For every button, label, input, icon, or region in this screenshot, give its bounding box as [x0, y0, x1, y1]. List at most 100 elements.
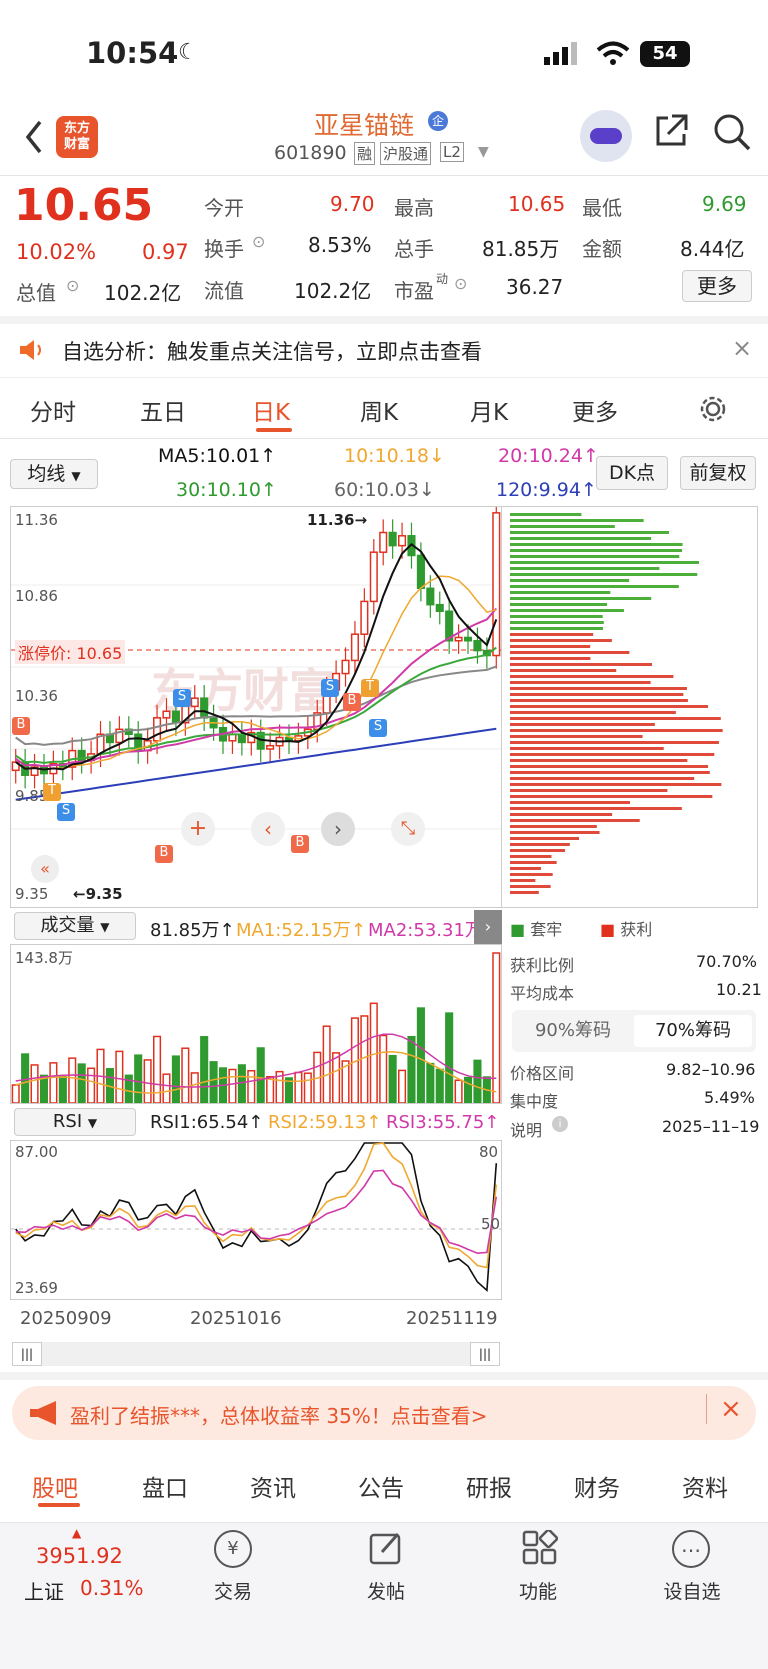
more-dots-icon[interactable]: … [672, 1530, 710, 1568]
tab-research[interactable]: 研报 [466, 1469, 512, 1503]
nav-trade[interactable]: 交易 [183, 1577, 283, 1604]
chevron-down-icon[interactable]: ▼ [478, 144, 489, 160]
volume-bar [398, 1069, 407, 1104]
open-label: 今开 [204, 196, 244, 220]
close-icon[interactable]: × [720, 1394, 742, 1424]
sell-signal: S [173, 689, 191, 707]
next-button[interactable]: › [321, 812, 355, 846]
kline-chart[interactable]: 东方财富 11.36 10.86 10.36 9.85 9.35 11.36→ … [10, 506, 502, 908]
candle-body [463, 636, 473, 642]
search-icon[interactable] [712, 112, 752, 152]
volume-bar [143, 1059, 152, 1104]
gear-icon[interactable] [698, 394, 728, 424]
info-icon[interactable]: ⊙ [454, 274, 467, 293]
chip-bar [510, 723, 655, 726]
tab-finance[interactable]: 财务 [574, 1469, 620, 1503]
tab-guba[interactable]: 股吧 [32, 1469, 78, 1503]
volume-bar [190, 1072, 199, 1104]
trade-icon[interactable]: ¥ [214, 1530, 252, 1568]
mcap-value: 102.2亿 [104, 281, 182, 305]
tab-daily-k[interactable]: 日K [252, 393, 290, 427]
signal-icon [544, 42, 577, 65]
candle-body [369, 551, 378, 603]
tab-monthly-k[interactable]: 月K [470, 393, 508, 427]
range-handle-left[interactable]: ||| [12, 1342, 42, 1366]
volume-bar [200, 1036, 209, 1104]
info-icon[interactable]: ⊙ [66, 276, 79, 295]
limit-price-label: 涨停价: 10.65 [15, 640, 126, 664]
date-mid: 20251016 [190, 1308, 282, 1329]
volume-selector[interactable]: 成交量 ▼ [14, 912, 136, 940]
index-value[interactable]: 3951.92 [36, 1544, 123, 1568]
tab-five-day[interactable]: 五日 [140, 393, 186, 427]
more-button[interactable]: 更多 [682, 270, 752, 302]
zoom-in-button[interactable]: + [181, 812, 215, 846]
t-signal: T [43, 783, 61, 801]
volume-max-label: 143.8万 [15, 949, 73, 967]
rsi-50-label: 50 [481, 1215, 501, 1233]
expand-button[interactable]: ⤡ [391, 812, 425, 846]
ma-selector[interactable]: 均线 ▼ [10, 459, 98, 489]
chevron-right-icon[interactable]: › [474, 910, 502, 944]
back-icon[interactable] [22, 118, 46, 156]
chip-bar [510, 771, 710, 774]
tab-announcement[interactable]: 公告 [358, 1469, 404, 1503]
nav-post[interactable]: 发帖 [336, 1577, 436, 1604]
chip-legend-profit: ■ 获利 [600, 920, 653, 939]
chip-90-tab[interactable]: 90%筹码 [516, 1015, 630, 1047]
notice-bar[interactable]: 自选分析：触发重点关注信号，立即点击查看 × [0, 324, 768, 378]
chip-bar [510, 777, 695, 780]
notice-text: 自选分析：触发重点关注信号，立即点击查看 [62, 340, 482, 364]
price-range-label: 价格区间 [510, 1064, 575, 1083]
last-price: 10.65 [14, 180, 154, 231]
robot-avatar-icon[interactable] [580, 110, 632, 162]
candle-body [162, 710, 171, 719]
chip-bar [510, 699, 688, 702]
volume-bar [492, 952, 501, 1104]
tab-pankou[interactable]: 盘口 [142, 1469, 188, 1503]
tab-intraday[interactable]: 分时 [30, 393, 76, 427]
turnover-label: 换手 [204, 237, 244, 261]
index-percent[interactable]: 0.31% [80, 1576, 144, 1600]
ma120-value: 120:9.94↑ [496, 479, 597, 501]
chip-bar [510, 861, 557, 864]
chip-70-tab[interactable]: 70%筹码 [634, 1015, 752, 1047]
volume-bar [30, 1064, 39, 1104]
chip-bar [510, 567, 660, 570]
info-icon[interactable]: i [552, 1116, 568, 1132]
megaphone-icon [30, 1401, 56, 1425]
apps-icon[interactable] [522, 1530, 558, 1566]
post-icon[interactable] [368, 1530, 404, 1566]
ma5-value: MA5:10.01↑ [158, 445, 277, 467]
close-icon[interactable]: × [732, 334, 752, 362]
low-value: 9.69 [702, 192, 747, 216]
chip-bar [510, 879, 536, 882]
dk-button[interactable]: DK点 [596, 456, 668, 490]
tab-more[interactable]: 更多 [572, 393, 618, 427]
info-icon[interactable]: ⊙ [252, 232, 265, 251]
range-handle-right[interactable]: ||| [470, 1342, 500, 1366]
candle-body [190, 697, 199, 708]
change-amount: 0.97 [142, 240, 189, 264]
tab-profile[interactable]: 资料 [682, 1469, 728, 1503]
tab-weekly-k[interactable]: 周K [360, 393, 398, 427]
adjust-button[interactable]: 前复权 [680, 456, 756, 490]
volume-bar [181, 1047, 190, 1104]
index-name[interactable]: 上证 [24, 1576, 64, 1605]
volume-bar [171, 1055, 180, 1104]
chip-bar [510, 519, 644, 522]
chip-bar [510, 867, 541, 870]
prev-button[interactable]: ‹ [251, 812, 285, 846]
tab-news[interactable]: 资讯 [250, 1469, 296, 1503]
drag-icon[interactable]: « [31, 855, 59, 883]
promo-banner[interactable]: 盈利了结振***，总体收益率 35%！点击查看> × [12, 1386, 756, 1440]
range-scrollbar[interactable]: ||| ||| [12, 1342, 500, 1366]
share-icon[interactable] [652, 112, 690, 150]
nav-add-watchlist[interactable]: 设自选 [642, 1577, 742, 1604]
chip-bar [510, 891, 539, 894]
chip-bar [510, 807, 682, 810]
nav-functions[interactable]: 功能 [488, 1577, 588, 1604]
rsi-selector[interactable]: RSI ▼ [14, 1108, 136, 1136]
divider [0, 1372, 768, 1380]
y-label: 11.36 [15, 511, 58, 529]
